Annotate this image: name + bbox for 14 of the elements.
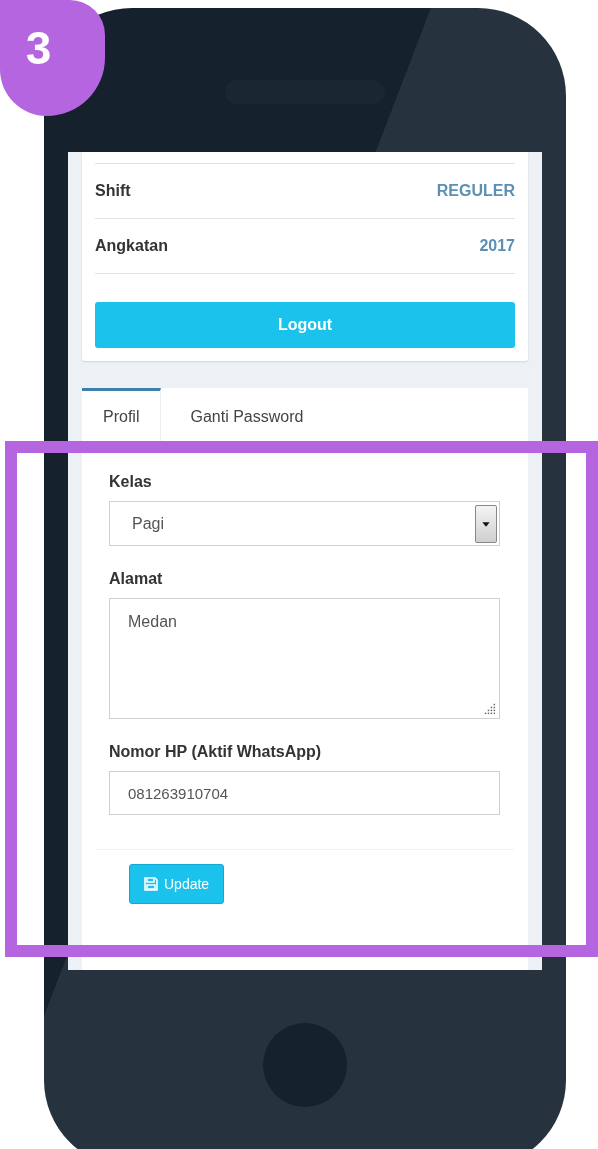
info-value: REGULER xyxy=(436,182,515,200)
select-dropdown[interactable]: Pagi xyxy=(109,501,500,546)
field-label: Nomor HP (Aktif WhatsApp) xyxy=(109,743,323,761)
input-field[interactable]: 081263910704 xyxy=(109,771,500,815)
caret-icon xyxy=(475,504,497,543)
field-label: Alamat xyxy=(109,570,164,588)
info-label: Angkatan xyxy=(95,237,168,255)
step-badge: 3 xyxy=(0,0,105,116)
field-label: Kelas xyxy=(109,473,153,491)
resize-grip-icon xyxy=(484,703,496,715)
info-label: Shift xyxy=(95,182,131,200)
textarea-field[interactable]: Medan xyxy=(109,598,500,719)
info-value: 2017 xyxy=(479,237,515,255)
tab[interactable]: Profil xyxy=(82,388,162,442)
